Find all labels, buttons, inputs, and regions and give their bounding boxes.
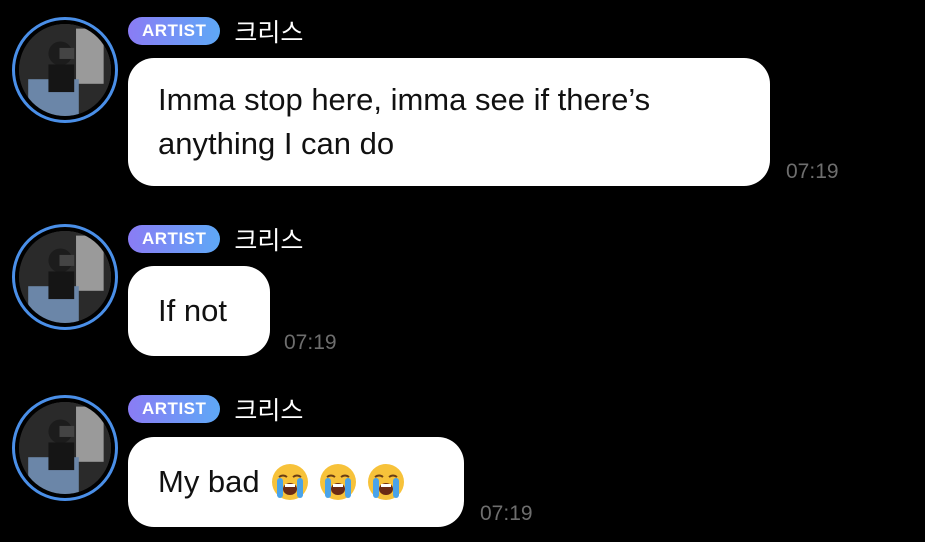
message-text: My bad bbox=[158, 464, 260, 499]
sender-name: 크리스 bbox=[234, 396, 304, 425]
profile-photo bbox=[19, 402, 111, 494]
profile-photo bbox=[19, 24, 111, 116]
avatar[interactable] bbox=[12, 224, 118, 330]
message-header: ARTIST 크리스 bbox=[128, 15, 303, 47]
artist-badge: ARTIST bbox=[128, 225, 221, 253]
message-timestamp: 07:19 bbox=[786, 160, 839, 183]
sender-name: 크리스 bbox=[234, 226, 304, 255]
sender-name: 크리스 bbox=[234, 18, 304, 47]
person-photo-icon bbox=[19, 24, 111, 116]
message-text: Imma stop here, imma see if there’s anyt… bbox=[158, 82, 651, 161]
artist-badge: ARTIST bbox=[128, 17, 221, 45]
person-photo-icon bbox=[19, 231, 111, 323]
avatar[interactable] bbox=[12, 395, 118, 501]
message-timestamp: 07:19 bbox=[284, 331, 337, 354]
artist-badge: ARTIST bbox=[128, 395, 221, 423]
loudly-crying-face-icon bbox=[271, 464, 308, 500]
avatar[interactable] bbox=[12, 17, 118, 123]
emoji-row bbox=[270, 462, 414, 502]
loudly-crying-face-icon bbox=[319, 464, 356, 500]
person-photo-icon bbox=[19, 402, 111, 494]
message-bubble[interactable]: Imma stop here, imma see if there’s anyt… bbox=[128, 58, 770, 186]
profile-photo bbox=[19, 231, 111, 323]
message-bubble[interactable]: If not bbox=[128, 266, 270, 356]
message-timestamp: 07:19 bbox=[480, 502, 533, 525]
message-header: ARTIST 크리스 bbox=[128, 393, 303, 425]
message-text: If not bbox=[158, 293, 227, 328]
message-bubble[interactable]: My bad bbox=[128, 437, 464, 527]
message-header: ARTIST 크리스 bbox=[128, 223, 303, 255]
loudly-crying-face-icon bbox=[367, 464, 404, 500]
